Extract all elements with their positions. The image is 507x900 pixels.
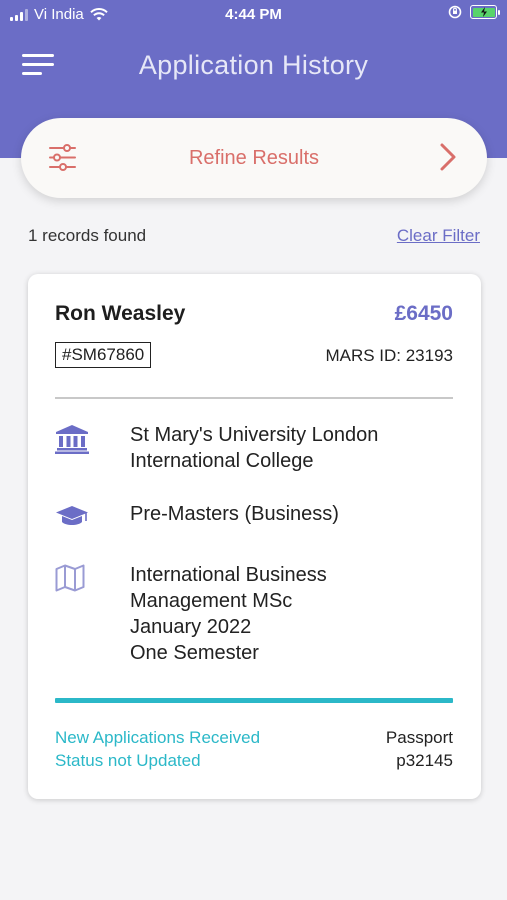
mars-id: MARS ID: 23193 [325,346,453,365]
institution-name: St Mary's University London Internationa… [130,424,379,472]
course-row: International Business Management MSc Ja… [55,562,455,666]
passport-info: Passport p32145 [386,726,453,772]
institution-row: St Mary's University London Internationa… [55,422,455,474]
status-bar-right [448,5,500,19]
student-name: Ron Weasley [55,302,186,325]
programme-level: Pre-Masters (Business) [130,503,339,525]
university-building-icon [55,425,89,454]
status-progress-bar [55,698,453,703]
clear-filter-link[interactable]: Clear Filter [397,226,480,246]
course-details: International Business Management MSc Ja… [130,564,327,664]
graduation-cap-icon [56,506,88,525]
page-title: Application History [138,50,369,80]
battery-icon [470,5,500,19]
reference-code-badge: #SM67860 [55,342,152,368]
application-card[interactable]: Ron Weasley £6450 #SM67860 MARS ID: 2319… [28,274,481,799]
refine-results-button[interactable]: Refine Results [21,118,487,198]
status-bar: Vi India 4:44 PM [0,0,507,30]
application-status: New Applications Received Status not Upd… [55,728,261,770]
records-found-text: 1 records found [28,226,147,245]
passport-label: Passport [385,728,453,747]
level-row: Pre-Masters (Business) [55,501,455,529]
application-amount: £6450 [394,302,453,325]
card-divider [55,397,453,399]
map-icon [55,564,85,592]
clock-time: 4:44 PM [225,6,282,23]
chevron-right-icon [440,143,456,171]
orientation-lock-icon [448,5,462,19]
refine-results-label: Refine Results [188,147,320,169]
passport-number: p32145 [396,751,453,770]
